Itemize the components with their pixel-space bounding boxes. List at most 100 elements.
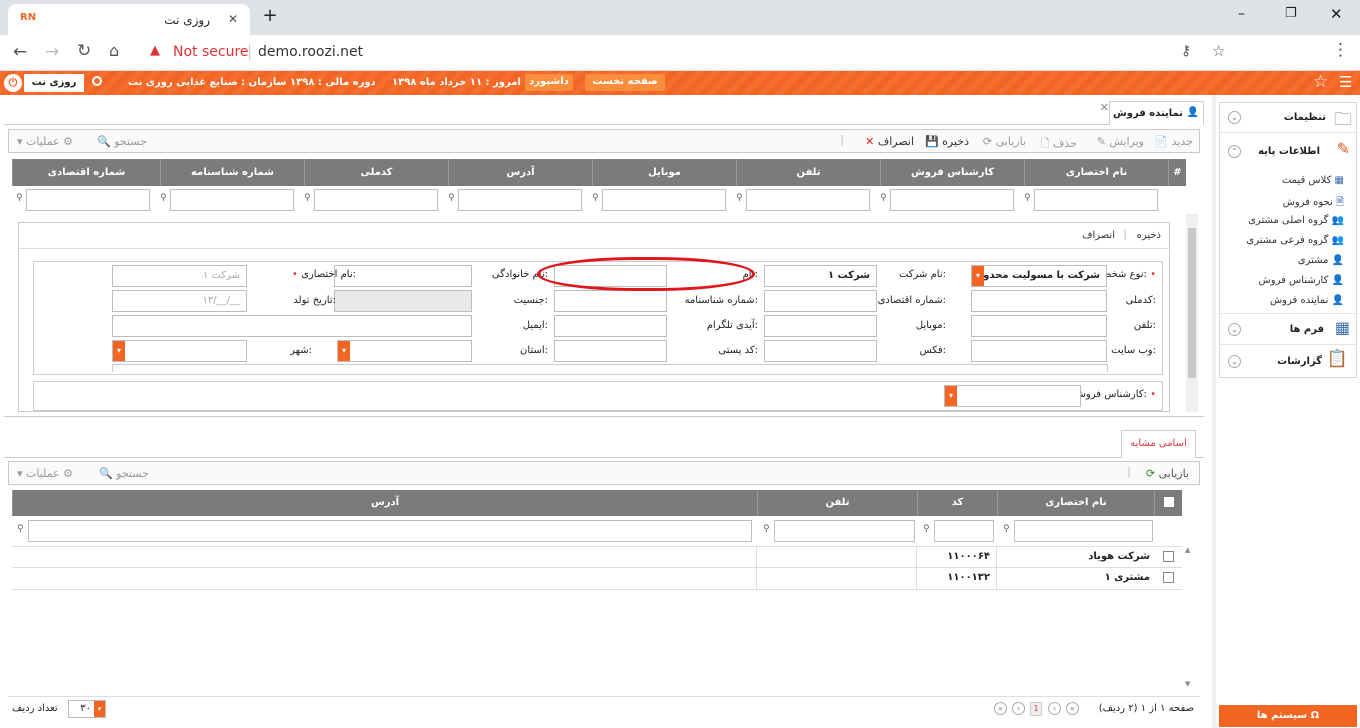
- province-dropdown-icon[interactable]: ▾: [338, 341, 350, 361]
- splitter[interactable]: [4, 416, 1204, 420]
- similar-operations-menu[interactable]: ▾ عملیات ⚙: [17, 467, 73, 480]
- operations-menu[interactable]: ▾ عملیات ⚙: [17, 135, 73, 148]
- filter-similar-phone[interactable]: [774, 520, 915, 542]
- power-icon[interactable]: ⏻: [4, 74, 22, 92]
- menu-icon[interactable]: ⋮: [1332, 40, 1349, 60]
- refresh-button[interactable]: ⟳ بازیابی: [983, 135, 1026, 148]
- filter-national-id[interactable]: [314, 189, 438, 211]
- home-page-button[interactable]: صفحه نخست: [585, 74, 665, 91]
- col-similar-address[interactable]: آدرس: [12, 490, 757, 516]
- new-tab-button[interactable]: +: [260, 7, 280, 27]
- hamburger-icon[interactable]: ☰: [1339, 73, 1352, 91]
- col-economic-no[interactable]: شماره اقتصادی: [12, 159, 160, 186]
- website-field[interactable]: [971, 340, 1107, 362]
- id-no-field[interactable]: [554, 290, 667, 312]
- favorites-star-icon[interactable]: ☆: [1313, 72, 1328, 92]
- chevron-down-icon[interactable]: ⌄: [1228, 355, 1241, 368]
- page-number[interactable]: 1: [1030, 702, 1042, 716]
- filter-similar-address[interactable]: [28, 520, 752, 542]
- prev-page-icon[interactable]: ‹: [1048, 702, 1061, 715]
- forward-icon[interactable]: →: [45, 42, 59, 62]
- filter-address[interactable]: [458, 189, 582, 211]
- close-window-button[interactable]: ✕: [1330, 5, 1343, 23]
- systems-button[interactable]: سیستم ها Ω: [1219, 705, 1357, 727]
- form-scrollbar[interactable]: [1186, 214, 1198, 412]
- row-checkbox[interactable]: [1163, 551, 1174, 562]
- similar-scrollbar[interactable]: ▲ ▼: [1184, 546, 1194, 692]
- col-national-id[interactable]: کدملی: [304, 159, 448, 186]
- similar-names-tab[interactable]: اسامی مشابه: [1121, 430, 1196, 458]
- sidebar-splitter[interactable]: [1212, 95, 1216, 728]
- person-type-dropdown-icon[interactable]: ▾: [972, 266, 984, 286]
- col-similar-code[interactable]: کد: [917, 490, 997, 516]
- edit-button[interactable]: ✎ ویرایش: [1097, 135, 1144, 148]
- sales-expert-dropdown-icon[interactable]: ▾: [945, 386, 957, 406]
- postal-code-field[interactable]: [554, 340, 667, 362]
- filter-similar-short-name[interactable]: [1014, 520, 1153, 542]
- telegram-field[interactable]: [554, 315, 667, 337]
- sidebar-basic-info[interactable]: ✎ اطلاعات پایه ⌃: [1220, 134, 1356, 168]
- col-id-no[interactable]: شماره شناسنامه: [160, 159, 304, 186]
- similar-refresh-button[interactable]: ⟳ بازیابی: [1146, 467, 1189, 480]
- sales-expert-select[interactable]: [944, 385, 1081, 407]
- sidebar-item-price-class[interactable]: کلاس قیمت ▦: [1282, 175, 1344, 186]
- filter-icon[interactable]: ⚲: [736, 193, 743, 203]
- save-button[interactable]: 💾 ذخیره: [925, 135, 969, 148]
- col-sales-expert[interactable]: کارشناس فروش: [880, 159, 1024, 186]
- birth-date-field[interactable]: __/__/۱۳: [112, 290, 247, 312]
- filter-icon[interactable]: ⚲: [16, 193, 23, 203]
- doc-tab-close-icon[interactable]: ✕: [1100, 101, 1109, 114]
- form-cancel-button[interactable]: انصراف: [1082, 230, 1115, 241]
- next-page-icon[interactable]: ›: [1012, 702, 1025, 715]
- filter-icon[interactable]: ⚲: [923, 524, 930, 534]
- fax-field[interactable]: [764, 340, 877, 362]
- gender-field[interactable]: [334, 290, 472, 312]
- sidebar-item-sales-rep[interactable]: نماینده فروش 👤: [1270, 295, 1344, 306]
- col-mobile[interactable]: موبایل: [592, 159, 736, 186]
- filter-icon[interactable]: ⚲: [1024, 193, 1031, 203]
- filter-icon[interactable]: ⚲: [880, 193, 887, 203]
- filter-icon[interactable]: ⚲: [304, 193, 311, 203]
- cancel-button[interactable]: ✕ انصراف: [865, 135, 914, 148]
- chevron-down-icon[interactable]: ⌄: [1228, 323, 1241, 336]
- phone-field[interactable]: [971, 315, 1107, 337]
- filter-economic-no[interactable]: [26, 189, 150, 211]
- table-row[interactable]: شرکت هویاد ۱۱۰۰۰۶۴: [12, 546, 1182, 568]
- filter-sales-expert[interactable]: [890, 189, 1014, 211]
- filter-short-name[interactable]: [1034, 189, 1158, 211]
- filter-icon[interactable]: ⚲: [160, 193, 167, 203]
- not-secure-label[interactable]: Not secure: [173, 44, 249, 60]
- col-similar-phone[interactable]: تلفن: [757, 490, 917, 516]
- filter-icon[interactable]: ⚲: [592, 193, 599, 203]
- last-page-icon[interactable]: »: [994, 702, 1007, 715]
- new-button[interactable]: 📄 جدید: [1154, 135, 1193, 148]
- national-id-field[interactable]: [971, 290, 1107, 312]
- maximize-button[interactable]: ❐: [1285, 6, 1297, 21]
- tab-close-icon[interactable]: ✕: [228, 12, 238, 26]
- city-dropdown-icon[interactable]: ▾: [113, 341, 125, 361]
- delete-button[interactable]: 🗋 حذف: [1041, 135, 1077, 154]
- select-all-checkbox[interactable]: [1154, 490, 1182, 516]
- filter-icon[interactable]: ⚲: [1003, 524, 1010, 534]
- row-checkbox[interactable]: [1163, 572, 1174, 583]
- sidebar-item-customer[interactable]: مشتری 👤: [1298, 255, 1344, 266]
- province-select[interactable]: [337, 340, 472, 362]
- filter-similar-code[interactable]: [934, 520, 994, 542]
- sidebar-item-sale-method[interactable]: نحوه فروش 🗎: [1283, 195, 1344, 212]
- dashboard-button[interactable]: داشبورد: [525, 74, 573, 91]
- sidebar-item-sales-expert[interactable]: کارشناس فروش 👤: [1259, 275, 1344, 286]
- col-similar-short-name[interactable]: نام اختصاری: [997, 490, 1154, 516]
- chevron-up-icon[interactable]: ⌃: [1228, 145, 1241, 158]
- chevron-down-icon[interactable]: ⌄: [1228, 111, 1241, 124]
- city-select[interactable]: [112, 340, 247, 362]
- home-icon[interactable]: ⌂: [109, 41, 119, 60]
- short-name-field[interactable]: شرکت ۱: [112, 265, 247, 287]
- key-icon[interactable]: ⚷: [1181, 43, 1191, 59]
- reload-icon[interactable]: ↻: [77, 41, 91, 61]
- first-page-icon[interactable]: «: [1066, 702, 1079, 715]
- email-field[interactable]: [112, 315, 472, 337]
- table-row[interactable]: مشتری ۱ ۱۱۰۰۱۳۲: [12, 568, 1182, 590]
- sidebar-settings[interactable]: 🗀 تنظیمات ⌄: [1220, 103, 1356, 133]
- sidebar-reports[interactable]: 📋 گزارشات ⌄: [1220, 344, 1356, 377]
- filter-icon[interactable]: ⚲: [448, 193, 455, 203]
